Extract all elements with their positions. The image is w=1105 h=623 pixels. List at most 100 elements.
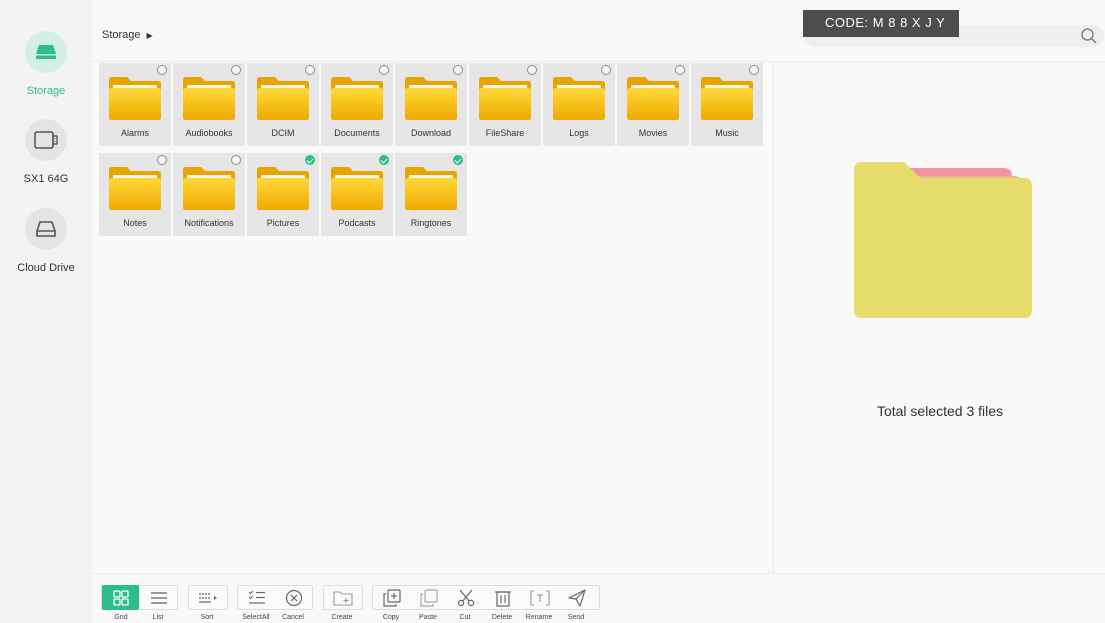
breadcrumb-item: Storage [102, 29, 141, 41]
folder-name: Movies [638, 128, 668, 138]
code-badge: CODE: M 8 8 X J Y [803, 10, 959, 37]
list-view-button[interactable] [140, 585, 177, 610]
folder-icon [331, 77, 383, 120]
checked-checkbox-icon[interactable] [305, 155, 315, 165]
folder-item[interactable]: Alarms [99, 63, 171, 146]
folder-icon [257, 167, 309, 210]
folder-name: Alarms [120, 128, 149, 138]
checked-checkbox-icon[interactable] [453, 155, 463, 165]
toolbar: Grid List Sort SelectAll Cancel Create C… [92, 573, 1105, 623]
unchecked-checkbox-icon[interactable] [231, 65, 241, 75]
delete-button[interactable] [484, 585, 521, 610]
cancel-label: Cancel [282, 614, 304, 621]
folder-item[interactable]: Notes [99, 153, 171, 236]
selection-status: Total selected 3 files [876, 403, 1004, 419]
folder-item[interactable]: Notifications [173, 153, 245, 236]
sort-button[interactable] [189, 585, 226, 610]
unchecked-checkbox-icon[interactable] [601, 65, 611, 75]
new-folder-icon [332, 590, 353, 606]
folder-item[interactable]: Pictures [247, 153, 319, 236]
folder-item[interactable]: DCIM [247, 63, 319, 146]
folder-item[interactable]: Download [395, 63, 467, 146]
folder-item[interactable]: Audiobooks [173, 63, 245, 146]
checked-checkbox-icon[interactable] [379, 155, 389, 165]
send-button[interactable] [558, 585, 595, 610]
header: Storage ▶ CODE: M 8 8 X J Y [92, 0, 1105, 62]
folder-name: Ringtones [410, 218, 452, 228]
unchecked-checkbox-icon[interactable] [157, 155, 167, 165]
folder-icon [331, 167, 383, 210]
unchecked-checkbox-icon[interactable] [527, 65, 537, 75]
paste-icon [419, 588, 438, 607]
breadcrumb[interactable]: Storage ▶ [102, 29, 153, 41]
folder-preview-icon [854, 162, 1034, 327]
copy-icon [382, 588, 401, 607]
select-all-icon [248, 590, 265, 604]
folder-name: DCIM [271, 128, 295, 138]
folder-name: Notes [123, 218, 147, 228]
unchecked-checkbox-icon[interactable] [675, 65, 685, 75]
folder-name: Audiobooks [185, 128, 233, 138]
scissors-icon [457, 589, 474, 606]
folder-name: FileShare [485, 128, 525, 138]
search-icon[interactable] [1080, 27, 1098, 50]
folder-icon [405, 167, 457, 210]
folder-name: Documents [334, 128, 380, 138]
folder-item[interactable]: Ringtones [395, 153, 467, 236]
select-all-button[interactable] [238, 585, 275, 610]
send-label: Send [567, 614, 585, 621]
cancel-icon [285, 589, 302, 606]
cut-button[interactable] [447, 585, 484, 610]
folder-item[interactable]: FileShare [469, 63, 541, 146]
unchecked-checkbox-icon[interactable] [379, 65, 389, 75]
create-label: Create [331, 614, 353, 621]
rename-icon [529, 589, 550, 606]
caret-right-icon: ▶ [146, 30, 153, 40]
list-label: List [152, 614, 164, 621]
sidebar-item-label: Storage [26, 85, 66, 97]
unchecked-checkbox-icon[interactable] [453, 65, 463, 75]
send-icon [567, 588, 586, 607]
sidebar-item-cloud-drive[interactable]: Cloud Drive [0, 208, 92, 274]
folder-icon [627, 77, 679, 120]
folder-icon [109, 77, 161, 120]
folder-icon [701, 77, 753, 120]
folder-grid: Alarms Audiobooks DCIM Documents Download Fil… [92, 62, 773, 573]
sidebar-item-label: Cloud Drive [17, 262, 75, 274]
folder-name: Podcasts [338, 218, 376, 228]
folder-icon [183, 77, 235, 120]
unchecked-checkbox-icon[interactable] [305, 65, 315, 75]
sidebar-item-storage[interactable]: Storage [0, 31, 92, 97]
rename-button[interactable] [521, 585, 558, 610]
sidebar-item-usb[interactable]: SX1 64G [0, 119, 92, 185]
folder-icon [109, 167, 161, 210]
folder-icon [479, 77, 531, 120]
preview-panel: Total selected 3 files [773, 62, 1105, 573]
folder-icon [405, 77, 457, 120]
grid-view-button[interactable] [102, 585, 139, 610]
folder-name: Download [410, 128, 452, 138]
folder-name: Notifications [184, 218, 234, 228]
copy-button[interactable] [373, 585, 410, 610]
unchecked-checkbox-icon[interactable] [749, 65, 759, 75]
unchecked-checkbox-icon[interactable] [231, 155, 241, 165]
folder-name: Pictures [266, 218, 300, 228]
drive-icon [25, 31, 67, 73]
paste-button[interactable] [410, 585, 447, 610]
cancel-button[interactable] [275, 585, 312, 610]
folder-item[interactable]: Movies [617, 63, 689, 146]
usb-icon [25, 119, 67, 161]
folder-icon [553, 77, 605, 120]
folder-icon [257, 77, 309, 120]
list-icon [150, 591, 167, 604]
unchecked-checkbox-icon[interactable] [157, 65, 167, 75]
sidebar-item-label: SX1 64G [23, 173, 69, 185]
folder-name: Logs [569, 128, 589, 138]
folder-item[interactable]: Music [691, 63, 763, 146]
folder-item[interactable]: Documents [321, 63, 393, 146]
folder-item[interactable]: Logs [543, 63, 615, 146]
sort-icon [198, 592, 217, 603]
cloud-drive-icon [25, 208, 67, 250]
folder-item[interactable]: Podcasts [321, 153, 393, 236]
create-folder-button[interactable] [324, 585, 361, 610]
